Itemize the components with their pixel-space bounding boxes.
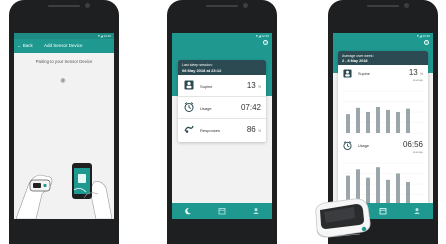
usage-summary[interactable]: Usage 06:56 average <box>338 137 428 155</box>
metric-label: Usage <box>200 106 212 111</box>
profile-icon[interactable] <box>413 207 421 215</box>
supine-week-chart <box>338 83 428 137</box>
last-session-card: Last sleep session: 08 May 2018 at 23:12… <box>178 60 266 142</box>
bar <box>386 179 390 205</box>
usage-subtext: average <box>412 150 423 154</box>
moon-icon[interactable] <box>184 207 192 215</box>
status-bar: ▼◢ 12:30 <box>255 34 269 38</box>
speaker-grille <box>206 5 238 7</box>
help-icon[interactable]: ? <box>424 40 429 45</box>
page-title: Add Sensor Device <box>44 43 83 48</box>
metric-value: 86 % <box>246 125 261 134</box>
metric-responses[interactable]: Responses 86 % <box>178 119 266 141</box>
bar <box>346 114 350 133</box>
pairing-message: Pairing to your Sensor Device <box>35 59 93 64</box>
metric-value: 07:42 <box>240 103 261 112</box>
supine-label: Supine <box>358 72 370 76</box>
app-bar: ← Back Add Sensor Device <box>14 39 114 53</box>
profile-icon[interactable] <box>252 207 260 215</box>
supine-value: 13 % <box>408 68 423 77</box>
metric-label: Supine <box>200 84 213 89</box>
speaker-grille <box>367 5 399 7</box>
bar <box>396 173 400 205</box>
bar <box>386 109 390 133</box>
bar <box>356 107 360 133</box>
metric-unit: % <box>257 129 261 133</box>
supine-summary[interactable]: Supine 13 % average <box>338 65 428 83</box>
calendar-icon[interactable] <box>379 207 387 215</box>
clock-icon <box>343 141 352 150</box>
bar <box>406 108 410 133</box>
back-button[interactable]: ← Back <box>17 39 33 53</box>
card-header: Average over week: 2 - 8 May 2018 <box>338 51 428 65</box>
status-bar: ▼◢ 12:30 <box>416 34 430 38</box>
weekly-average-screen: ▼◢ 12:30 ? Average over week: 2 - 8 May … <box>333 33 433 219</box>
response-icon <box>184 125 194 133</box>
front-camera <box>85 3 90 8</box>
card-header: Last sleep session: 08 May 2018 at 23:12 <box>178 60 266 75</box>
front-camera <box>404 3 409 8</box>
clock-icon <box>184 102 194 112</box>
loading-spinner-icon: ✺ <box>60 78 66 85</box>
phone-last-session: ▼◢ 12:30 ? Last sleep session: 08 May 20… <box>167 0 277 244</box>
help-icon[interactable]: ? <box>263 40 268 45</box>
last-session-screen: ▼◢ 12:30 ? Last sleep session: 08 May 20… <box>172 33 272 219</box>
sensor-status-light <box>361 226 367 232</box>
metric-usage[interactable]: Usage 07:42 <box>178 97 266 119</box>
bar <box>396 112 400 133</box>
speaker-grille <box>48 5 80 7</box>
pairing-illustration <box>15 163 113 219</box>
calendar-icon[interactable] <box>218 207 226 215</box>
sensor-device <box>315 198 371 238</box>
bar <box>406 181 410 205</box>
metric-supine[interactable]: Supine 13 % <box>178 75 266 97</box>
card-header-range: 2 - 8 May 2018 <box>342 59 368 63</box>
metric-unit: % <box>257 85 261 89</box>
supine-bars <box>342 90 424 134</box>
card-header-label: Average over week: <box>342 54 374 58</box>
metric-value: 13 % <box>246 81 261 90</box>
metric-label: Responses <box>200 128 221 133</box>
bar <box>376 167 380 205</box>
bar <box>366 112 370 133</box>
usage-label: Usage <box>358 144 369 148</box>
bar <box>376 106 380 133</box>
front-camera <box>243 3 248 8</box>
supine-icon <box>184 80 194 90</box>
card-header-label: Last sleep session: <box>182 63 213 67</box>
usage-value: 06:56 <box>402 140 423 149</box>
card-header-date: 08 May 2018 at 23:12 <box>182 68 222 73</box>
pairing-screen: ▼◢ 12:30 ← Back Add Sensor Device Pairin… <box>14 33 114 219</box>
phone-pairing: ▼◢ 12:30 ← Back Add Sensor Device Pairin… <box>9 0 119 244</box>
supine-icon <box>343 69 352 78</box>
weekly-average-card: Average over week: 2 - 8 May 2018 Supine… <box>338 51 428 211</box>
supine-unit: % <box>419 72 423 76</box>
bottom-nav <box>172 203 272 219</box>
supine-subtext: average <box>412 78 423 82</box>
